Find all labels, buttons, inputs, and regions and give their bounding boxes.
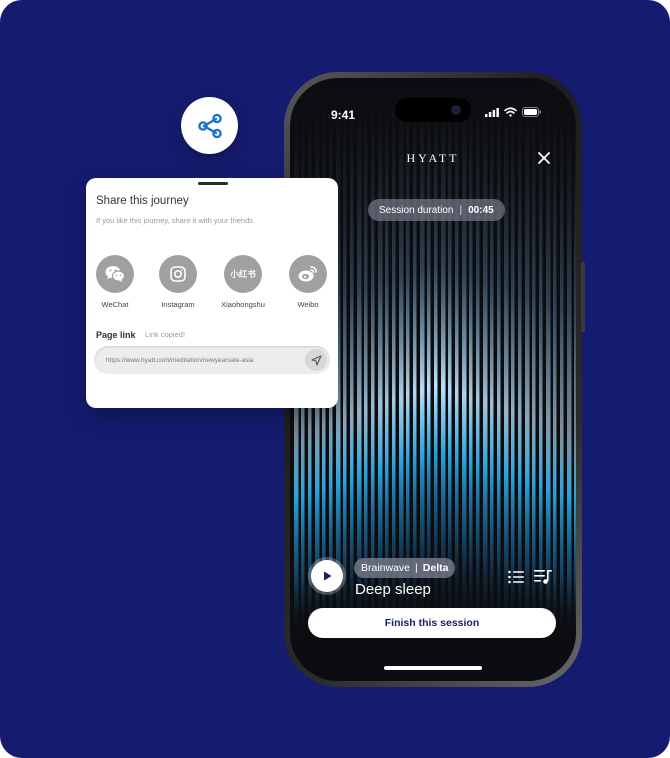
finish-session-button[interactable]: Finish this session	[308, 608, 556, 638]
send-link-button[interactable]	[305, 349, 327, 371]
share-option-label: WeChat	[101, 300, 129, 309]
page-link-label: Page link	[96, 330, 136, 340]
visualizer-bar	[518, 78, 522, 681]
visualizer-bar	[532, 78, 536, 681]
page-link-field	[94, 346, 330, 374]
visualizer-bar	[497, 78, 501, 681]
visualizer-bar	[553, 78, 557, 681]
share-option-instagram[interactable]: Instagram	[148, 255, 208, 309]
battery-icon	[522, 107, 541, 117]
playlist-icon	[534, 570, 552, 584]
visualizer-bar	[343, 78, 347, 681]
instagram-icon	[159, 255, 197, 293]
share-option-label: Instagram	[161, 300, 195, 309]
share-option-xiaohongshu[interactable]: 小红书 Xiaohongshu	[213, 255, 273, 309]
track-category: Brainwave	[361, 562, 411, 574]
visualizer-bar	[560, 78, 564, 681]
signal-icon	[485, 107, 499, 117]
link-copied-status: Link copied!	[145, 330, 186, 339]
visualizer-bar	[539, 78, 543, 681]
send-icon	[310, 354, 322, 366]
wechat-icon	[96, 255, 134, 293]
close-button[interactable]	[536, 150, 552, 166]
share-icon	[197, 113, 222, 138]
session-duration-value: 00:45	[468, 204, 494, 216]
track-type: Delta	[422, 562, 449, 574]
play-button[interactable]	[311, 560, 343, 592]
visualizer-bar	[350, 78, 354, 681]
page-link-input[interactable]	[106, 346, 286, 374]
play-icon	[324, 571, 332, 581]
dynamic-island	[395, 98, 471, 122]
track-type-badge: Brainwave | Delta	[354, 558, 456, 578]
separator: |	[459, 204, 463, 216]
visualizer-bar	[525, 78, 530, 681]
visualizer-bar	[504, 78, 509, 681]
visualizer-bar	[469, 78, 473, 681]
share-option-label: Weibo	[297, 300, 319, 309]
visualizer-bar	[455, 78, 459, 681]
visualizer-bar	[546, 78, 551, 681]
visualizer-bar	[476, 78, 480, 681]
xiaohongshu-icon: 小红书	[224, 255, 262, 293]
share-option-weibo[interactable]: Weibo	[278, 255, 338, 309]
close-icon	[538, 152, 550, 164]
list-button[interactable]	[508, 570, 524, 584]
visualizer-bar	[462, 78, 467, 681]
visualizer-bar	[574, 78, 576, 681]
share-option-label: Xiaohongshu	[221, 300, 265, 309]
status-icons	[485, 107, 542, 117]
share-option-wechat[interactable]: WeChat	[85, 255, 145, 309]
visualizer-bar	[511, 78, 515, 681]
visualizer-bar	[448, 78, 452, 681]
weibo-icon	[289, 255, 327, 293]
sheet-subtitle: If you like this journey, share it with …	[96, 216, 254, 225]
session-duration-label: Session duration	[379, 204, 454, 216]
session-duration-badge: Session duration | 00:45	[368, 199, 505, 221]
sheet-title: Share this journey	[96, 195, 189, 207]
hyatt-logo: HYATT	[406, 151, 460, 165]
visualizer-bar	[434, 78, 438, 681]
visualizer-bar	[483, 78, 488, 681]
visualizer-bar	[490, 78, 494, 681]
share-journey-sheet: Share this journey If you like this jour…	[86, 178, 338, 408]
wifi-icon	[504, 107, 517, 117]
sheet-grabber[interactable]	[198, 182, 228, 185]
xiaohongshu-glyph: 小红书	[230, 269, 256, 279]
separator: |	[415, 562, 418, 574]
visualizer-bar	[567, 78, 572, 681]
list-icon	[508, 570, 524, 584]
home-indicator	[384, 666, 482, 670]
playlist-button[interactable]	[534, 569, 552, 585]
track-title: Deep sleep	[355, 581, 431, 598]
phone-power-button	[581, 262, 585, 332]
visualizer-bar	[441, 78, 446, 681]
status-time: 9:41	[331, 108, 356, 122]
share-button[interactable]	[181, 97, 238, 154]
